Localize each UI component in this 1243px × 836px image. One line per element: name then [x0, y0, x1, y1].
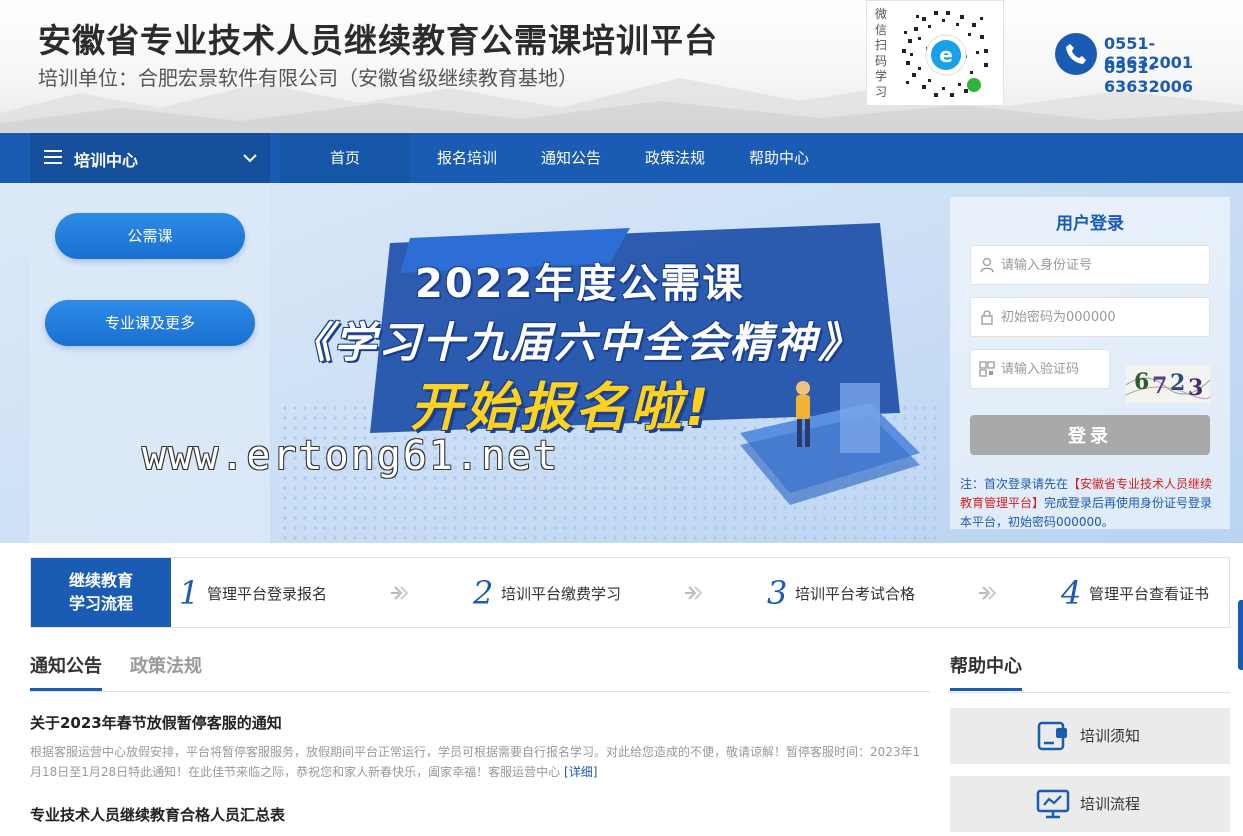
training-center-dropdown[interactable]: 培训中心	[30, 133, 270, 183]
menu-icon	[44, 150, 62, 164]
process-header-line2: 学习流程	[68, 594, 133, 613]
site-title: 安徽省专业技术人员继续教育公需课培训平台	[38, 21, 718, 60]
chevron-down-icon	[243, 154, 257, 163]
step-number: 2	[473, 574, 494, 612]
nav-item-register[interactable]: 报名培训	[418, 133, 516, 183]
phone-number-2: 0551-63632006	[1104, 58, 1194, 96]
step-arrow-icon	[685, 586, 703, 600]
monitor-icon	[1036, 789, 1070, 819]
step-number: 3	[767, 574, 788, 612]
svg-text:e: e	[939, 43, 953, 67]
captcha-digit: 3	[1188, 375, 1204, 401]
help-card-training-process[interactable]: 培训流程	[950, 776, 1230, 832]
notebook-icon	[1037, 721, 1067, 751]
login-button[interactable]: 登录	[970, 415, 1210, 455]
phone-icon	[1055, 33, 1097, 75]
training-center-label: 培训中心	[74, 151, 139, 170]
step-arrow-icon	[979, 586, 997, 600]
news-item-summary: 根据客服运营中心放假安排，平台将暂停客服服务，放假期间平台正常运行，学员可根据需…	[30, 745, 921, 779]
banner-year-text: 2022年度公需课	[415, 261, 745, 307]
learning-process: 继续教育 学习流程 1 管理平台登录报名 2 培训平台缴费学习 3 培训平台考试…	[30, 557, 1230, 628]
banner-topic-text: 《学习十九届六中全会精神》	[290, 318, 863, 367]
qr-small-icon	[979, 361, 995, 377]
help-card-label: 培训须知	[1080, 727, 1141, 745]
news-detail-link[interactable]: [详细]	[564, 765, 597, 779]
tab-notices[interactable]: 通知公告	[30, 652, 102, 691]
help-card-training-notice[interactable]: 培训须知	[950, 708, 1230, 764]
process-header-line1: 继续教育	[68, 571, 133, 590]
qr-code-icon: e	[902, 11, 988, 97]
banner-cta-text: 开始报名啦!	[410, 378, 712, 438]
news-item-body: 根据客服运营中心放假安排，平台将暂停客服服务，放假期间平台正常运行，学员可根据需…	[30, 742, 930, 782]
captcha-digit: 2	[1170, 370, 1186, 396]
news-tabs: 通知公告 政策法规	[30, 652, 930, 692]
tab-policies[interactable]: 政策法规	[130, 652, 202, 688]
wechat-qr-box: 微信扫码学习 e	[866, 0, 1004, 106]
step-arrow-icon	[391, 586, 409, 600]
captcha-digit: 7	[1152, 373, 1168, 399]
login-panel: 用户登录 6 7 2 3 登录 注：首次登录请先在【安徽省专业技术人员继续教育管…	[950, 197, 1230, 529]
professional-course-button[interactable]: 专业课及更多	[45, 300, 255, 346]
id-number-field[interactable]	[970, 245, 1210, 285]
nav-item-notices[interactable]: 通知公告	[522, 133, 620, 183]
site-header: 安徽省专业技术人员继续教育公需课培训平台 培训单位：合肥宏景软件有限公司（安徽省…	[0, 0, 1243, 133]
lock-icon	[981, 310, 993, 325]
main-nav: 培训中心 首页 报名培训 通知公告 政策法规 帮助中心	[0, 133, 1243, 183]
step-number: 1	[179, 574, 200, 612]
step-text: 管理平台登录报名	[207, 585, 328, 603]
password-field[interactable]	[970, 297, 1210, 337]
help-divider	[950, 692, 1230, 693]
user-icon	[980, 257, 994, 273]
site-subtitle: 培训单位：合肥宏景软件有限公司（安徽省级继续教育基地）	[38, 66, 578, 90]
login-title: 用户登录	[1056, 214, 1124, 234]
banner: 公需课 专业课及更多 2022年度公需课 《学习十九届六中全会精神》 开始报名啦…	[0, 183, 1243, 543]
help-center-title: 帮助中心	[950, 652, 1022, 691]
qr-label: 微信扫码学习	[875, 7, 888, 99]
step-text: 管理平台查看证书	[1089, 585, 1210, 603]
login-note: 注：首次登录请先在【安徽省专业技术人员继续教育管理平台】完成登录后再使用身份证号…	[960, 475, 1224, 532]
watermark-text: www.ertong61.net	[142, 433, 560, 479]
news-item-title[interactable]: 专业技术人员继续教育合格人员汇总表	[30, 804, 285, 825]
nav-item-home[interactable]: 首页	[280, 133, 410, 183]
captcha-input[interactable]	[1001, 350, 1106, 388]
course-panel: 公需课 专业课及更多	[30, 183, 270, 543]
id-number-input[interactable]	[1001, 246, 1201, 284]
public-course-button[interactable]: 公需课	[55, 213, 245, 259]
captcha-image[interactable]: 6 7 2 3	[1126, 365, 1210, 403]
process-header: 继续教育 学习流程	[31, 558, 171, 627]
step-text: 培训平台缴费学习	[501, 585, 622, 603]
help-card-label: 培训流程	[1080, 795, 1141, 813]
step-text: 培训平台考试合格	[795, 585, 916, 603]
step-number: 4	[1061, 574, 1082, 612]
captcha-field[interactable]	[970, 349, 1110, 389]
login-note-prefix: 注：首次登录请先在	[960, 477, 1069, 491]
nav-item-help[interactable]: 帮助中心	[730, 133, 828, 183]
nav-item-policies[interactable]: 政策法规	[626, 133, 724, 183]
password-input[interactable]	[1001, 298, 1201, 336]
captcha-digit: 6	[1134, 369, 1150, 395]
news-item-title[interactable]: 关于2023年春节放假暂停客服的通知	[30, 712, 282, 733]
floating-side-tab[interactable]	[1238, 600, 1243, 670]
